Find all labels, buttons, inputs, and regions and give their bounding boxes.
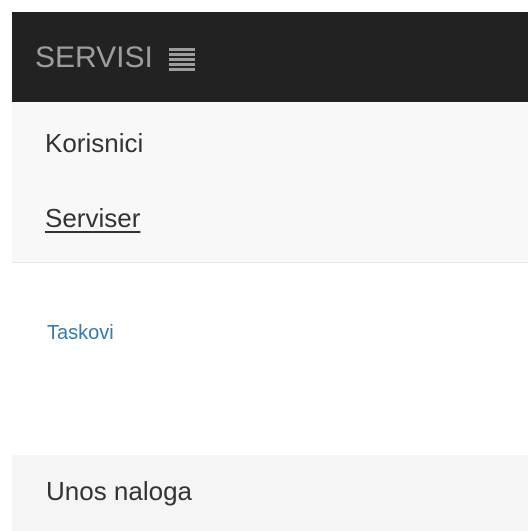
main-content: Taskovi: [12, 263, 528, 455]
navbar: SERVISI: [12, 12, 528, 102]
app-frame: SERVISI Korisnici Serviser Taskovi Unos …: [0, 0, 528, 531]
dropdown-menu: Korisnici Serviser: [12, 102, 528, 263]
menu-item-korisnici[interactable]: Korisnici: [45, 128, 143, 158]
hamburger-menu-icon[interactable]: [168, 46, 195, 72]
unos-naloga-panel: Unos naloga: [12, 455, 528, 531]
menu-item-serviser[interactable]: Serviser: [45, 203, 140, 233]
unos-naloga-heading[interactable]: Unos naloga: [46, 476, 192, 506]
navbar-brand-group: SERVISI: [35, 42, 195, 74]
taskovi-link[interactable]: Taskovi: [47, 321, 114, 345]
navbar-brand[interactable]: SERVISI: [35, 42, 153, 74]
